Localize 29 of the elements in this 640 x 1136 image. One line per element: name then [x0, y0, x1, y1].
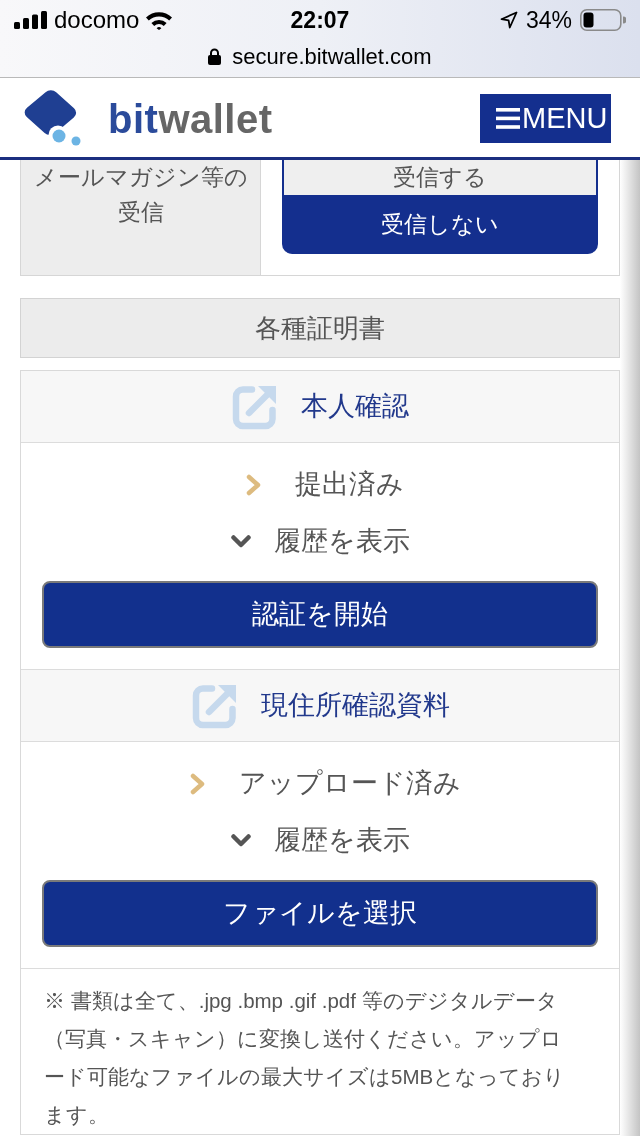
battery-icon — [580, 9, 626, 31]
section-title-bar: 各種証明書 — [20, 298, 620, 358]
carrier-name: docomo — [54, 8, 140, 32]
menu-button[interactable]: MENU — [480, 94, 611, 143]
url-text[interactable]: secure.bitwallet.com — [232, 45, 432, 68]
section-link[interactable]: 本人確認 — [231, 382, 409, 431]
lock-icon — [208, 48, 222, 65]
signal-icon — [14, 11, 48, 29]
chevron-down-icon — [230, 535, 251, 548]
logo-text: bitwallet — [108, 98, 273, 139]
history-toggle[interactable]: 履歴を表示 — [230, 528, 410, 555]
chevron-down-icon — [230, 834, 251, 847]
option-button[interactable]: 受信する — [282, 160, 598, 195]
clock-time: 22:07 — [290, 8, 350, 32]
wifi-icon — [145, 10, 174, 30]
chevron-right-icon — [189, 772, 206, 795]
battery-percentage: 34% — [525, 8, 572, 32]
status-text: 提出済み — [295, 471, 404, 498]
option-button[interactable]: 受信しない — [282, 195, 598, 254]
status-text: アップロード済み — [238, 770, 461, 797]
chevron-right-icon — [246, 473, 262, 496]
menu-icon — [496, 108, 520, 129]
setting-label: メールマガジン等の受信 — [21, 160, 261, 275]
section-link[interactable]: 現住所確認資料 — [190, 681, 450, 730]
note-text: ※ 書類は全て、.jpg .bmp .gif .pdf 等のデジタルデータ（写真・スキャン）に変換し送付ください。アップロード可能なファイルの最大サイズは5MBとなっております。 — [44, 988, 567, 1128]
action-button[interactable]: ファイルを選択 — [42, 880, 598, 947]
action-button[interactable]: 認証を開始 — [42, 581, 598, 648]
location-arrow-icon — [499, 11, 518, 29]
history-toggle[interactable]: 履歴を表示 — [230, 827, 410, 854]
